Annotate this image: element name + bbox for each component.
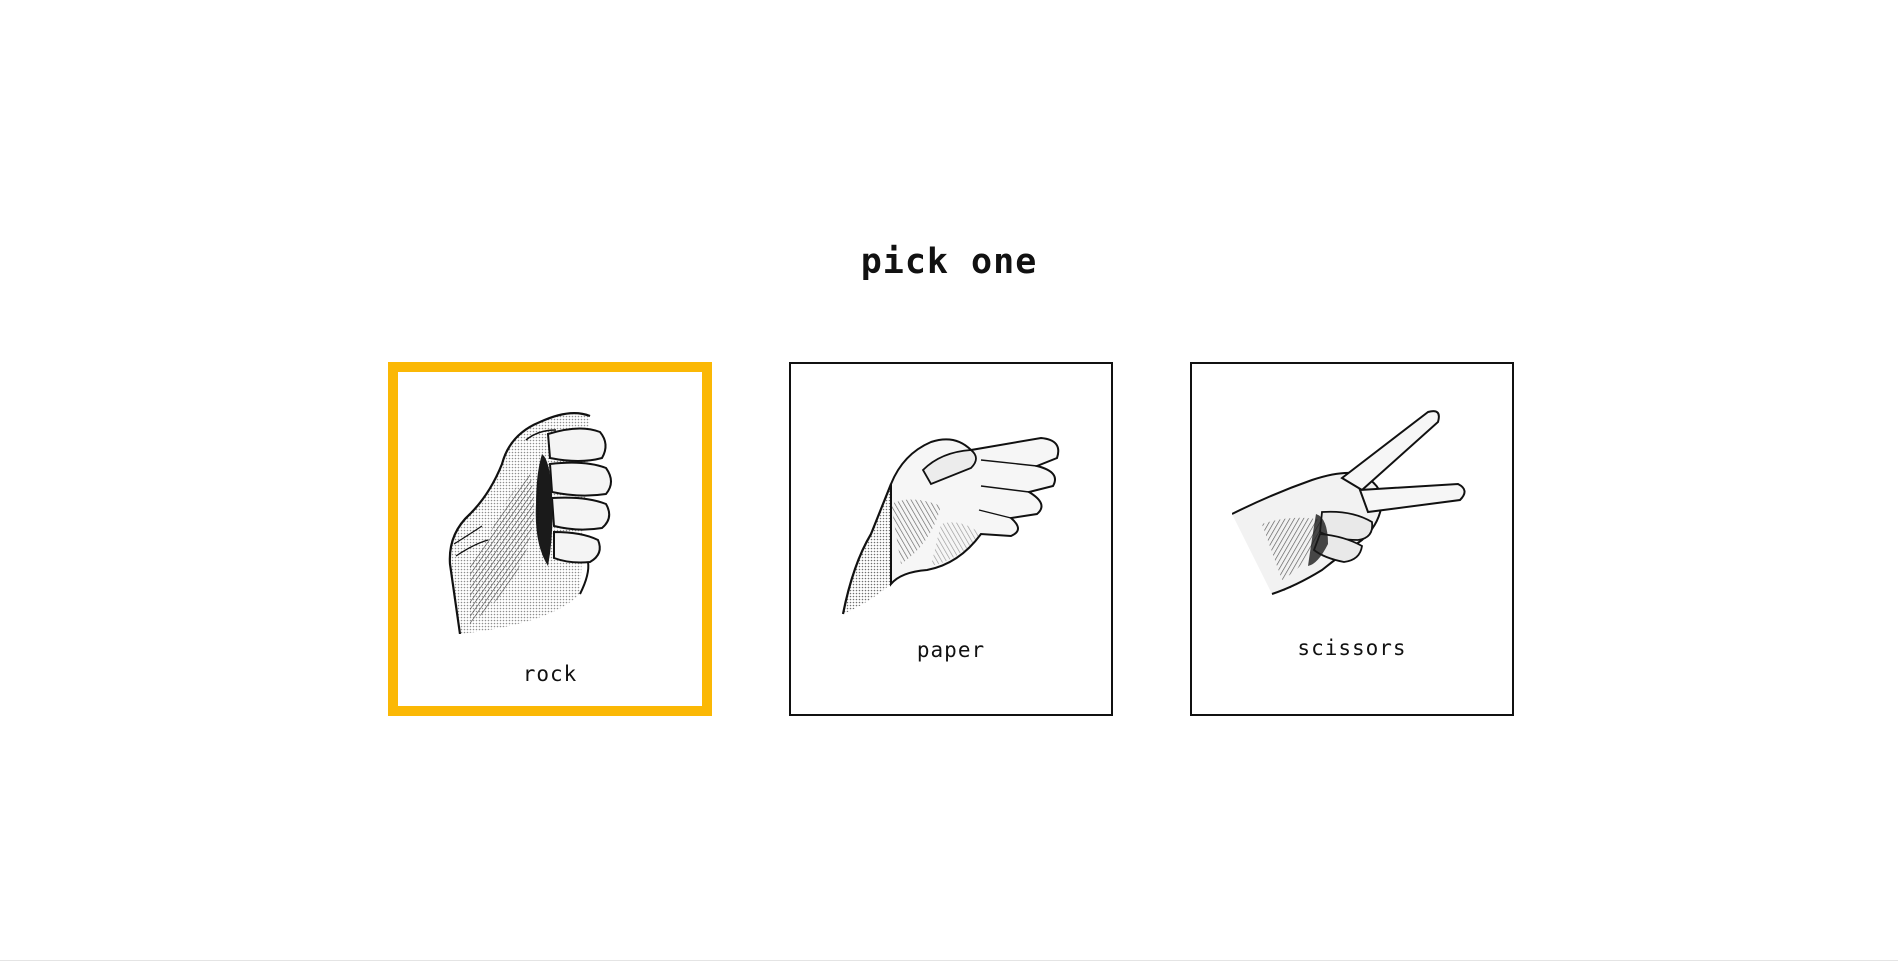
rock-fist-hand-icon	[448, 411, 612, 634]
choice-rock-card[interactable]: rock	[388, 362, 712, 716]
paper-flat-hand-icon	[841, 436, 1060, 615]
game-screen: pick one rock paper scissors	[0, 0, 1898, 962]
page-title: pick one	[860, 242, 1038, 282]
choice-options: rock paper scissors	[388, 362, 1514, 716]
choice-scissors-label: scissors	[1297, 636, 1407, 660]
choice-scissors-card[interactable]: scissors	[1190, 362, 1514, 716]
scissors-two-finger-hand-icon	[1232, 410, 1466, 595]
page-bottom-divider	[0, 960, 1898, 961]
choice-paper-label: paper	[916, 638, 986, 662]
choice-paper-card[interactable]: paper	[789, 362, 1113, 716]
choice-rock-label: rock	[522, 662, 578, 686]
